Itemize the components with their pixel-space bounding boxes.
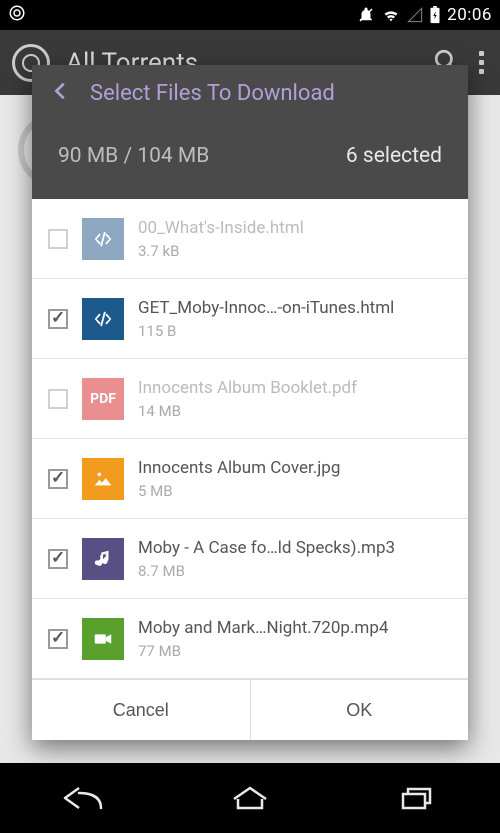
- dialog-info-bar: 90 MB / 104 MB 6 selected: [32, 121, 468, 199]
- select-files-dialog: Select Files To Download 90 MB / 104 MB …: [32, 65, 468, 740]
- file-name: Innocents Album Booklet.pdf: [138, 377, 452, 399]
- dialog-title: Select Files To Download: [90, 81, 335, 106]
- dialog-buttons: Cancel OK: [32, 679, 468, 740]
- file-row[interactable]: Innocents Album Cover.jpg 5 MB: [32, 439, 468, 519]
- file-list: 00_What's-Inside.html 3.7 kB GET_Moby-In…: [32, 199, 468, 679]
- file-text: 00_What's-Inside.html 3.7 kB: [138, 217, 452, 259]
- clock-text: 20:06: [447, 5, 492, 25]
- file-text: Moby and Mark…Night.720p.mp4 77 MB: [138, 617, 452, 659]
- nav-home-button[interactable]: [220, 778, 280, 818]
- file-type-icon: PDF: [82, 378, 124, 420]
- file-name: 00_What's-Inside.html: [138, 217, 452, 239]
- file-text: Moby - A Case fo…ld Specks).mp3 8.7 MB: [138, 537, 452, 579]
- ok-button[interactable]: OK: [251, 680, 469, 740]
- file-size: 8.7 MB: [138, 562, 452, 580]
- file-type-icon: [82, 618, 124, 660]
- file-checkbox[interactable]: [48, 229, 68, 249]
- file-row[interactable]: Moby - A Case fo…ld Specks).mp3 8.7 MB: [32, 519, 468, 599]
- cancel-button[interactable]: Cancel: [32, 680, 251, 740]
- file-checkbox[interactable]: [48, 469, 68, 489]
- file-row[interactable]: PDF Innocents Album Booklet.pdf 14 MB: [32, 359, 468, 439]
- mute-icon: [357, 6, 375, 24]
- signal-icon: [407, 7, 423, 23]
- file-size: 115 B: [138, 322, 452, 340]
- battery-charging-icon: [429, 6, 441, 24]
- app-notification-icon: [8, 4, 26, 22]
- dialog-header: Select Files To Download: [32, 65, 468, 121]
- selected-summary: 6 selected: [346, 144, 442, 168]
- back-icon[interactable]: [50, 80, 72, 106]
- file-text: Innocents Album Cover.jpg 5 MB: [138, 457, 452, 499]
- file-checkbox[interactable]: [48, 629, 68, 649]
- file-row[interactable]: 00_What's-Inside.html 3.7 kB: [32, 199, 468, 279]
- file-size: 77 MB: [138, 642, 452, 660]
- file-size: 5 MB: [138, 482, 452, 500]
- file-size: 3.7 kB: [138, 242, 452, 260]
- file-text: GET_Moby-Innoc…-on-iTunes.html 115 B: [138, 297, 452, 339]
- file-type-icon: [82, 538, 124, 580]
- file-type-icon: [82, 298, 124, 340]
- overflow-menu-icon[interactable]: [475, 47, 488, 78]
- file-name: GET_Moby-Innoc…-on-iTunes.html: [138, 297, 452, 319]
- wifi-icon: [381, 7, 401, 23]
- file-checkbox[interactable]: [48, 309, 68, 329]
- file-checkbox[interactable]: [48, 549, 68, 569]
- file-name: Innocents Album Cover.jpg: [138, 457, 452, 479]
- file-size: 14 MB: [138, 402, 452, 420]
- nav-recent-button[interactable]: [387, 778, 447, 818]
- file-name: Moby - A Case fo…ld Specks).mp3: [138, 537, 452, 559]
- file-name: Moby and Mark…Night.720p.mp4: [138, 617, 452, 639]
- nav-back-button[interactable]: [53, 778, 113, 818]
- status-bar: 20:06: [0, 0, 500, 30]
- navigation-bar: [0, 763, 500, 833]
- file-checkbox[interactable]: [48, 389, 68, 409]
- size-summary: 90 MB / 104 MB: [58, 144, 209, 168]
- file-type-icon: [82, 458, 124, 500]
- file-type-icon: [82, 218, 124, 260]
- file-row[interactable]: Moby and Mark…Night.720p.mp4 77 MB: [32, 599, 468, 679]
- file-row[interactable]: GET_Moby-Innoc…-on-iTunes.html 115 B: [32, 279, 468, 359]
- file-text: Innocents Album Booklet.pdf 14 MB: [138, 377, 452, 419]
